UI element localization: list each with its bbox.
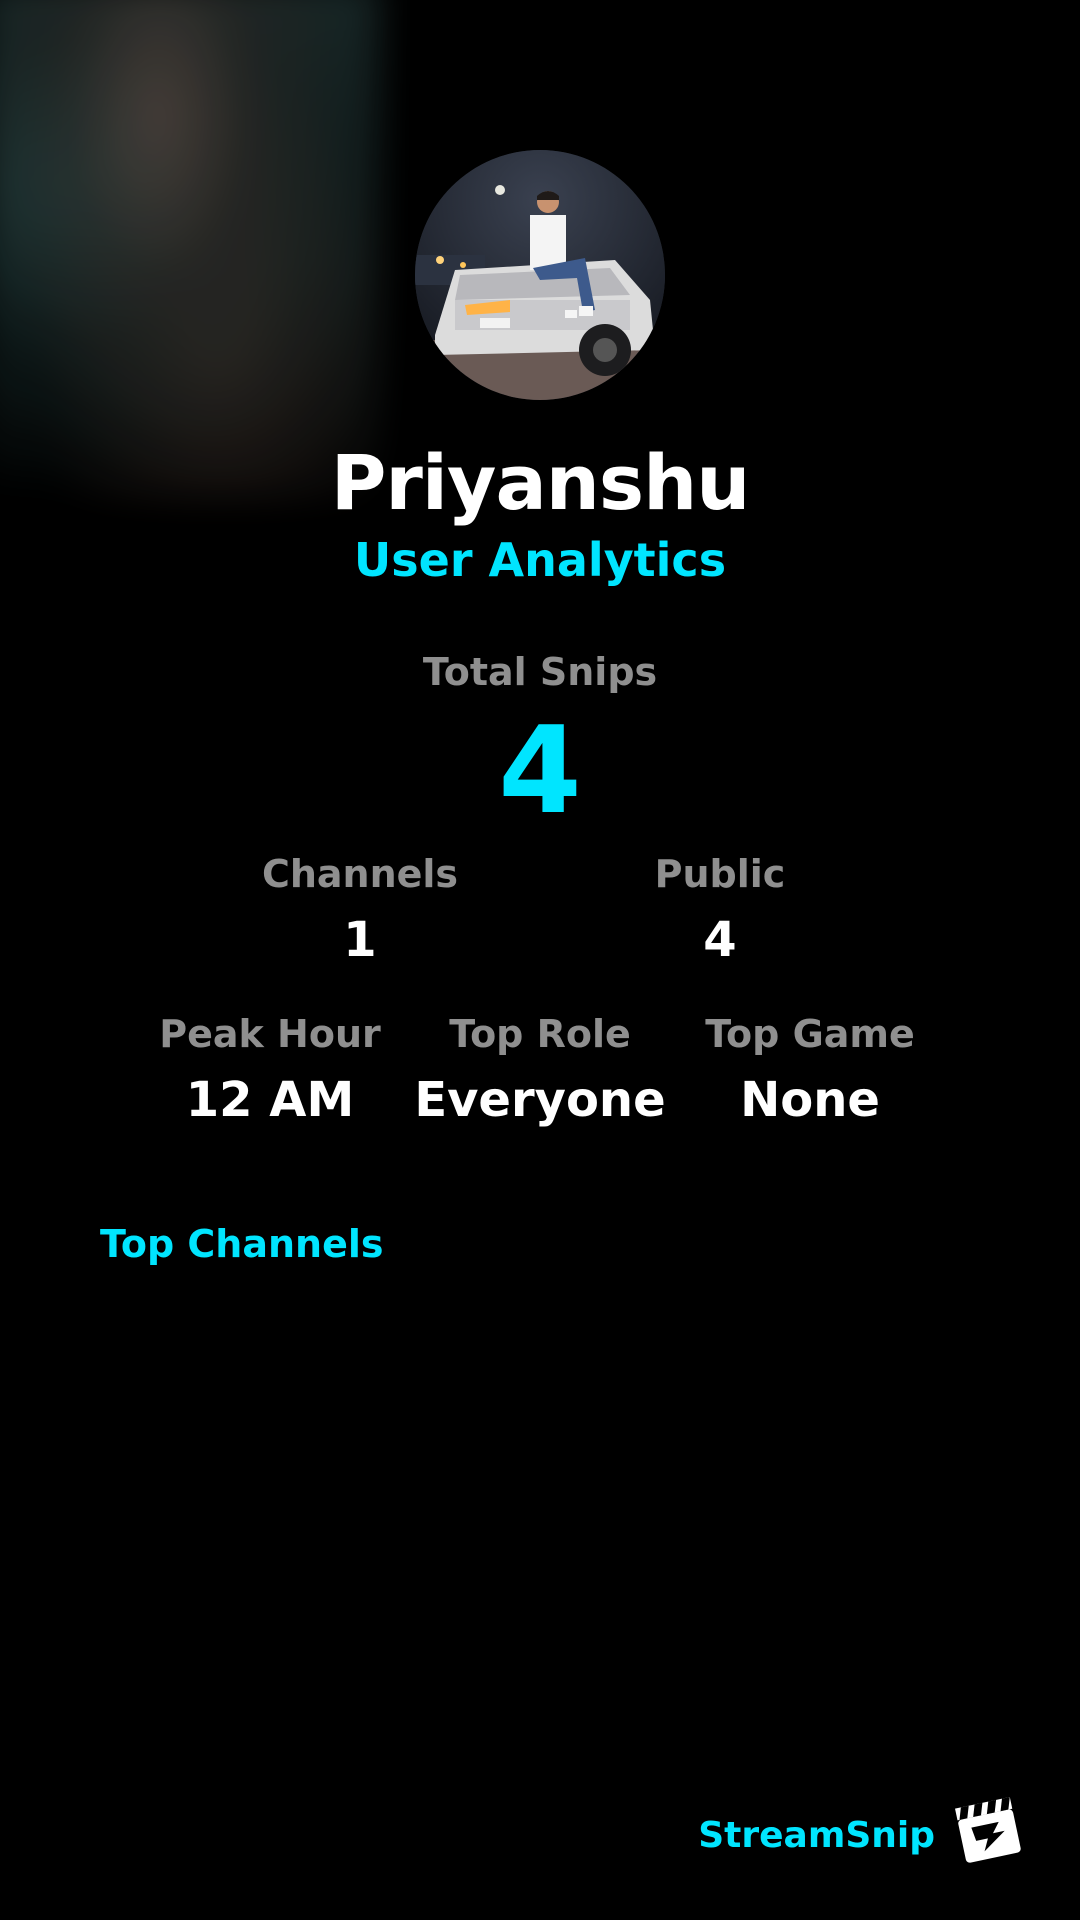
peak-hour-value: 12 AM <box>185 1072 355 1128</box>
brand-name: StreamSnip <box>698 1815 935 1856</box>
profile-name: Priyanshu <box>330 438 751 527</box>
top-channels-title: Top Channels <box>100 1222 384 1266</box>
channels-label: Channels <box>261 852 459 896</box>
background-blur-image <box>0 0 380 500</box>
top-role-value: Everyone <box>414 1072 666 1128</box>
avatar-photo <box>415 150 665 400</box>
top-role-label: Top Role <box>449 1012 631 1056</box>
public-value: 4 <box>703 912 737 968</box>
top-game-value: None <box>740 1072 880 1128</box>
total-snips-value: 4 <box>498 702 582 841</box>
peak-hour-label: Peak Hour <box>159 1012 381 1056</box>
avatar <box>415 150 665 400</box>
channels-value: 1 <box>343 912 377 968</box>
top-game-label: Top Game <box>705 1012 915 1056</box>
public-label: Public <box>654 852 786 896</box>
total-snips-label: Total Snips <box>422 650 658 694</box>
page-subtitle: User Analytics <box>353 533 727 587</box>
clapperboard-icon <box>950 1790 1028 1868</box>
